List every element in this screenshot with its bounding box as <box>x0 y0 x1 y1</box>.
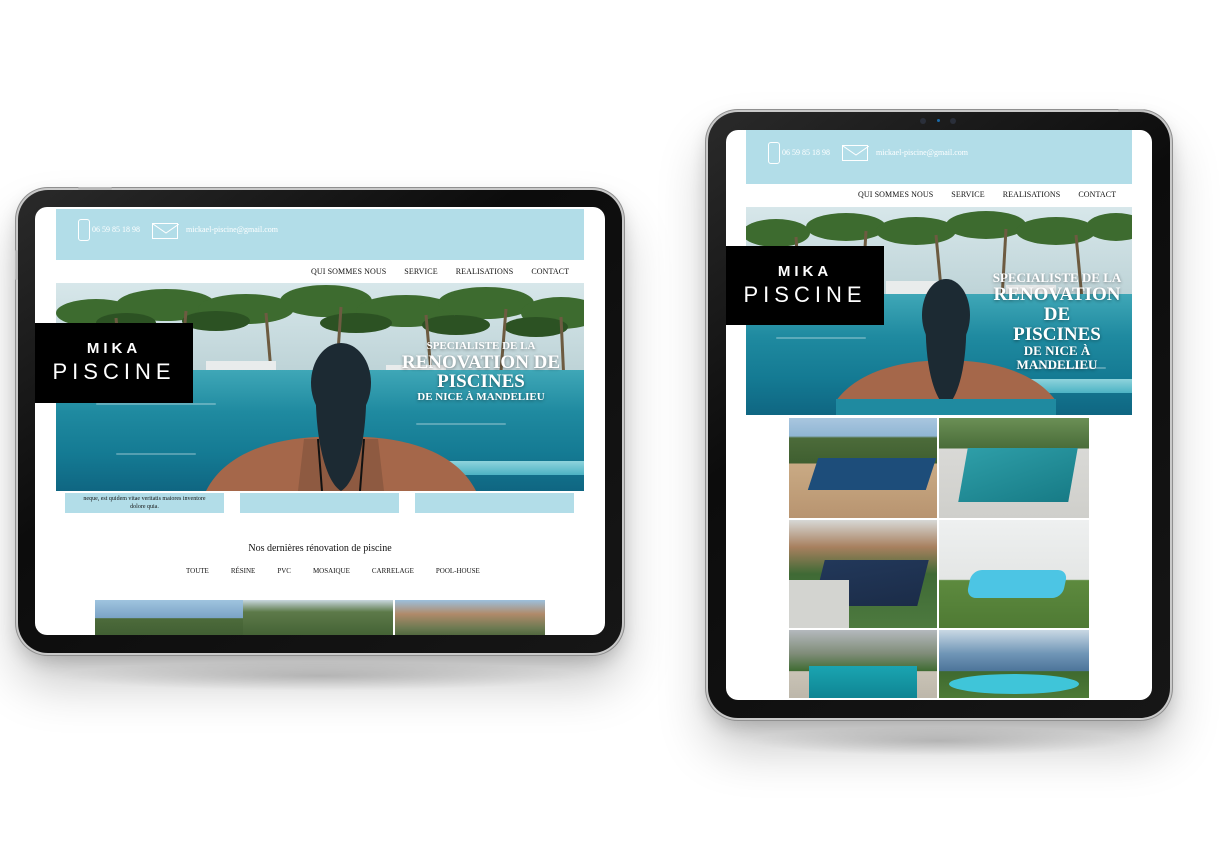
gallery-thumb[interactable] <box>939 630 1089 698</box>
camera-sensor <box>937 119 940 122</box>
service-card-3[interactable] <box>415 493 574 513</box>
main-nav: QUI SOMMES NOUS SERVICE REALISATIONS CON… <box>858 190 1116 199</box>
phone-icon <box>768 142 780 164</box>
gallery-thumb[interactable] <box>95 600 243 635</box>
card-text-line-1: neque, est quidem vitae veritatis maiore… <box>83 496 206 502</box>
gallery-thumb[interactable] <box>789 520 937 628</box>
hero-line-2: RENOVATION DE <box>993 283 1121 325</box>
gallery-thumb[interactable] <box>789 630 937 698</box>
card-text-line-2: dolore quia. <box>130 504 159 510</box>
contact-bar: 06 59 85 18 98 mickael-piscine@gmail.com <box>56 209 584 260</box>
service-cards: neque, est quidem vitae veritatis maiore… <box>65 493 574 513</box>
nav-item-realisations[interactable]: REALISATIONS <box>456 267 514 276</box>
nav-item-about[interactable]: QUI SOMMES NOUS <box>858 190 933 199</box>
email-address[interactable]: mickael-piscine@gmail.com <box>186 225 278 234</box>
hero-line-1: SPECIALISTE DE LA <box>992 270 1122 285</box>
hero-line-3: PISCINES <box>437 371 525 393</box>
power-button <box>78 187 112 190</box>
phone-icon <box>78 219 90 241</box>
hero-line-4b: MANDELIEU <box>1016 357 1098 373</box>
logo-mika: MIKA <box>86 340 142 357</box>
front-camera <box>920 118 926 124</box>
hero-line-3: PISCINES <box>1013 323 1101 345</box>
nav-item-realisations[interactable]: REALISATIONS <box>1003 190 1061 199</box>
service-card-1[interactable]: neque, est quidem vitae veritatis maiore… <box>65 493 224 513</box>
section-title: Nos dernières rénovation de piscine <box>248 543 392 554</box>
gallery-filters: TOUTE RÉSINE PVC MOSAIQUE CARRELAGE POOL… <box>186 567 480 575</box>
gallery-thumb[interactable] <box>939 418 1089 518</box>
hero-line-2: RENOVATION DE <box>401 351 561 373</box>
tablet-portrait: 06 59 85 18 98 mickael-piscine@gmail.com… <box>708 109 1170 756</box>
filter-carrelage[interactable]: CARRELAGE <box>372 567 414 575</box>
filter-pvc[interactable]: PVC <box>277 567 291 575</box>
nav-item-about[interactable]: QUI SOMMES NOUS <box>311 267 386 276</box>
filter-mosaique[interactable]: MOSAIQUE <box>313 567 350 575</box>
hero-heading: SPECIALISTE DE LA RENOVATION DE PISCINES… <box>386 340 576 404</box>
hero-line-1: SPECIALISTE DE LA <box>426 340 536 352</box>
tablet-screen: 06 59 85 18 98 mickael-piscine@gmail.com… <box>726 130 1152 700</box>
mail-icon <box>842 145 869 161</box>
contact-bar: 06 59 85 18 98 mickael-piscine@gmail.com <box>746 130 1132 184</box>
phone-number[interactable]: 06 59 85 18 98 <box>92 225 140 234</box>
gallery-thumb[interactable] <box>939 520 1089 628</box>
tablet-screen: 06 59 85 18 98 mickael-piscine@gmail.com… <box>35 207 605 635</box>
main-nav: QUI SOMMES NOUS SERVICE REALISATIONS CON… <box>311 267 569 276</box>
nav-item-service[interactable]: SERVICE <box>951 190 984 199</box>
filter-pool-house[interactable]: POOL-HOUSE <box>436 567 480 575</box>
email-address[interactable]: mickael-piscine@gmail.com <box>876 148 968 157</box>
gallery-thumb[interactable] <box>789 418 937 518</box>
service-card-2[interactable] <box>240 493 399 513</box>
power-button <box>1118 109 1144 112</box>
filter-resine[interactable]: RÉSINE <box>231 567 256 575</box>
logo-piscine: PISCINE <box>52 359 176 384</box>
nav-item-contact[interactable]: CONTACT <box>1078 190 1116 199</box>
hero-line-4: DE NICE À MANDELIEU <box>417 391 545 404</box>
logo-mika: MIKA <box>777 263 833 280</box>
nav-item-service[interactable]: SERVICE <box>404 267 437 276</box>
phone-number[interactable]: 06 59 85 18 98 <box>782 148 830 157</box>
volume-button <box>15 250 18 280</box>
filter-toute[interactable]: TOUTE <box>186 567 209 575</box>
nav-item-contact[interactable]: CONTACT <box>531 267 569 276</box>
gallery-thumb[interactable] <box>243 600 393 635</box>
site-logo[interactable]: MIKA PISCINE <box>726 246 884 325</box>
tablet-landscape: 06 59 85 18 98 mickael-piscine@gmail.com… <box>15 187 622 691</box>
site-logo[interactable]: MIKA PISCINE <box>35 323 193 403</box>
hero-heading: SPECIALISTE DE LA RENOVATION DE PISCINES… <box>982 271 1132 372</box>
hero-line-4a: DE NICE À <box>1023 343 1091 359</box>
mail-icon <box>152 223 179 239</box>
gallery-thumb[interactable] <box>395 600 545 635</box>
front-camera <box>950 118 956 124</box>
logo-piscine: PISCINE <box>743 282 867 307</box>
